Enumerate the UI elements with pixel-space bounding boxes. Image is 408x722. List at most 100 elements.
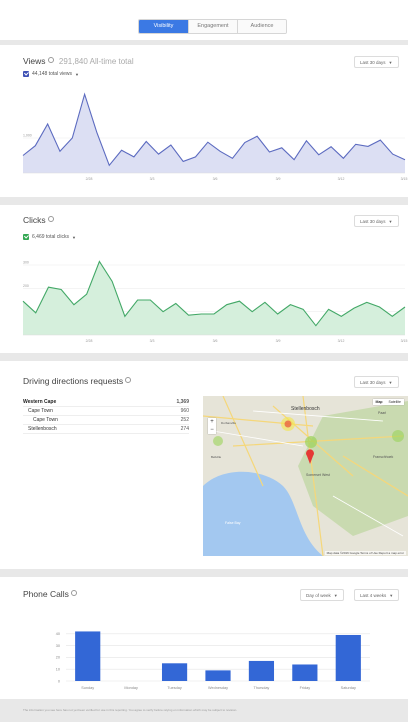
region-value: 1,369 [176,399,189,405]
y-tick-label: 10 [56,668,60,672]
x-tick-label: 3/6 [213,339,218,343]
clicks-range-label: Last 30 days [360,219,386,224]
bar [75,631,101,681]
clicks-metric-label: 6,469 total clicks [32,234,69,240]
x-tick-label: Sunday [81,686,94,690]
x-tick-label: 3/6 [213,177,218,181]
x-tick-label: 3/12 [338,177,345,181]
map-label: False Bay [225,521,241,525]
region-value: 252 [180,417,189,423]
zoom-out-button[interactable]: − [208,426,216,434]
directions-title-text: Driving directions requests [23,376,124,386]
x-tick-label: Thursday [254,686,270,690]
views-alltime-total: 291,840 All-time total [58,57,134,66]
chevron-down-icon: ▼ [388,219,393,224]
map-type-satellite-button[interactable]: Satellite [386,399,404,405]
bar [335,634,361,681]
x-tick-label: 3/12 [338,339,345,343]
clicks-title-text: Clicks [23,215,46,225]
bar [161,663,188,681]
region-value: 960 [180,408,189,414]
y-tick-label: 0 [58,679,60,683]
bar [292,664,318,681]
info-icon[interactable] [125,377,132,383]
phone-groupby-label: Day of week [306,593,331,598]
checkbox-icon[interactable] [23,234,29,240]
directions-table: Western Cape 1,369 Cape Town 960 Cape Town… [23,398,189,434]
views-metric-label: 44,148 total views [32,71,73,77]
clicks-range-dropdown[interactable]: Last 30 days ▼ [354,215,399,227]
x-tick-label: Saturday [341,686,356,690]
phone-range-dropdown[interactable]: Last 4 weeks ▼ [354,589,400,601]
heatmap-spot [392,430,404,442]
tab-engagement[interactable]: Engagement [188,20,237,33]
views-range-label: Last 30 days [360,60,386,65]
tab-audience[interactable]: Audience [237,20,286,33]
views-title-text: Views [23,56,46,66]
table-row[interactable]: Cape Town 960 [23,407,189,416]
chevron-down-icon: ▼ [75,71,79,77]
info-icon[interactable] [47,57,54,63]
directions-range-label: Last 30 days [360,380,386,385]
chevron-down-icon: ▼ [71,234,76,240]
map-label: Franschhoek [373,455,393,459]
map-label: Somerset West [306,473,330,477]
y-tick-label: 20 [56,656,60,660]
x-tick-label: Tuesday [167,686,182,690]
x-tick-label: Friday [300,686,311,690]
checkbox-icon[interactable] [23,71,29,77]
x-tick-label: 2/28 [86,339,93,343]
phone-groupby-dropdown[interactable]: Day of week ▼ [300,589,344,601]
views-metric-toggle[interactable]: 44,148 total views ▼ [23,71,79,77]
region-name: Cape Town [28,408,53,414]
zoom-in-button[interactable]: + [208,418,216,426]
x-tick-label: Monday [124,686,138,690]
footnote: The information you see here has not yet… [23,708,238,712]
chevron-down-icon: ▼ [333,593,338,598]
clicks-metric-toggle[interactable]: 6,469 total clicks ▼ [23,234,76,240]
directions-map[interactable]: Stellenbosch Paarl Franschhoek Somerset … [203,396,408,556]
x-tick-label: 3/9 [276,177,281,181]
y-tick-label: 1,000 [23,134,32,138]
info-icon[interactable] [70,590,77,596]
directions-title: Driving directions requests [23,376,132,386]
clicks-title: Clicks [23,215,54,225]
region-name: Cape Town [33,417,58,423]
table-row[interactable]: Western Cape 1,369 [23,398,189,407]
phone-chart: 0 10 20 30 40 Sunday Monday Tuesday Wednesday Thu… [56,631,370,690]
region-name: Stellenbosch [28,426,57,432]
clicks-card: Clicks Last 30 days ▼ 6,469 total clicks … [0,205,408,353]
tab-group: Visibility Engagement Audience [138,19,287,34]
clicks-chart: 3002001002/283/33/63/93/123/15 [22,260,408,343]
y-tick-label: 30 [56,644,60,648]
tab-visibility[interactable]: Visibility [139,20,188,33]
x-tick-label: 3/3 [150,339,155,343]
map-label: Stellenbosch [291,406,320,412]
phone-card: Phone Calls Day of week ▼ Last 4 weeks ▼ 0… [0,577,408,699]
views-chart: 1,000 2/28 3/3 3/6 3/9 3/12 3/15 [22,92,408,181]
heatmap-spot [305,436,317,448]
table-row[interactable]: Stellenbosch 274 [23,425,189,434]
phone-range-label: Last 4 weeks [360,593,387,598]
directions-range-dropdown[interactable]: Last 30 days ▼ [354,376,399,388]
x-tick-label: 3/15 [401,339,408,343]
y-tick-label: 40 [56,632,60,636]
region-name: Western Cape [23,399,57,405]
x-tick-label: 3/15 [401,177,408,181]
map-type-map-button[interactable]: Map [373,399,386,405]
info-icon[interactable] [47,216,54,222]
bar [248,660,275,681]
x-tick-label: 2/28 [86,177,93,181]
series-area [23,94,405,173]
views-range-dropdown[interactable]: Last 30 days ▼ [354,56,399,68]
table-row[interactable]: Cape Town 252 [23,416,189,425]
views-card: Views 291,840 All-time total Last 30 day… [0,45,408,197]
map-canvas: Stellenbosch Paarl Franschhoek Somerset … [203,396,408,556]
x-tick-label: Wednesday [208,686,228,690]
map-label: Paarl [378,411,386,415]
chevron-down-icon: ▼ [388,380,393,385]
chevron-down-icon: ▼ [389,593,394,598]
bar [205,670,231,681]
map-label: Durbanville [221,421,236,425]
y-tick-label: 200 [23,284,29,288]
